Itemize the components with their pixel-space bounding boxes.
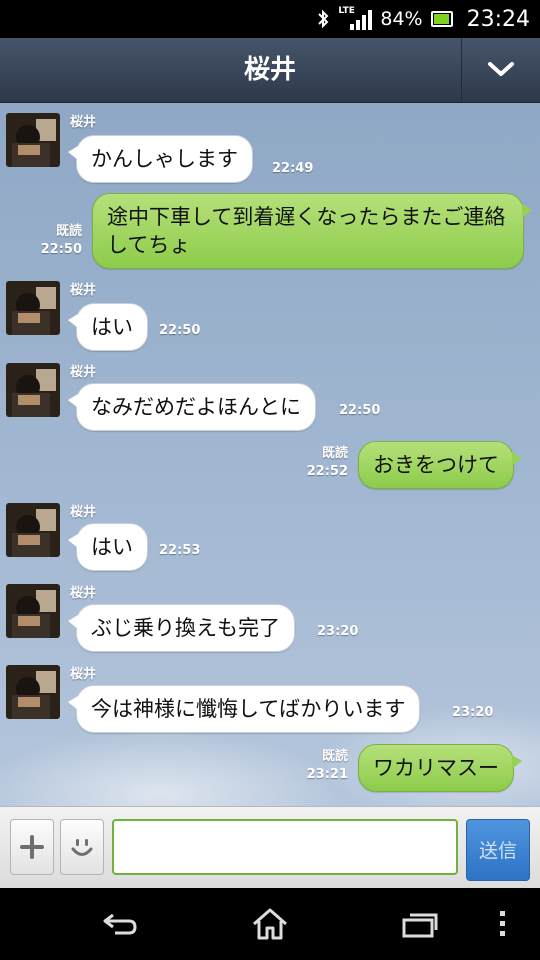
avatar[interactable] — [6, 665, 60, 719]
collapse-button[interactable] — [461, 38, 540, 102]
message-input-bar: 送信 — [0, 806, 540, 889]
avatar[interactable] — [6, 584, 60, 638]
send-button[interactable]: 送信 — [466, 819, 530, 881]
message-time: 22:52 — [306, 464, 348, 479]
message-time: 23:21 — [306, 767, 348, 782]
back-icon — [103, 913, 137, 935]
sender-name: 桜井 — [70, 505, 97, 520]
signal-icon: LTE — [338, 6, 373, 32]
message-bubble[interactable]: はい — [68, 523, 148, 571]
plus-icon — [20, 835, 44, 859]
message-bubble[interactable]: 今は神様に懺悔してばかりいます — [67, 685, 421, 733]
avatar[interactable] — [6, 281, 60, 335]
message-bubble[interactable]: ワカリマスー — [358, 744, 522, 792]
battery-icon — [430, 11, 453, 27]
read-receipt: 既読 — [321, 446, 348, 461]
sender-name: 桜井 — [70, 667, 97, 682]
battery-percent: 84% — [380, 8, 423, 30]
message-meta: 既読 22:50 — [36, 223, 82, 259]
overflow-menu-button[interactable] — [482, 902, 522, 946]
sender-name: 桜井 — [70, 283, 97, 298]
message-bubble[interactable]: おきをつけて — [358, 441, 522, 489]
message-meta: 既読 23:21 — [302, 748, 348, 784]
bluetooth-icon — [318, 9, 329, 29]
home-button[interactable] — [240, 902, 300, 946]
sender-name: 桜井 — [70, 365, 97, 380]
read-receipt: 既読 — [321, 749, 348, 764]
message-bubble[interactable]: はい — [68, 303, 148, 351]
message-bubble[interactable]: かんしゃします — [68, 135, 253, 183]
message-time: 22:50 — [40, 242, 82, 257]
more-vertical-icon — [500, 911, 505, 936]
back-button[interactable] — [90, 902, 150, 946]
sender-name: 桜井 — [70, 586, 97, 601]
recent-apps-button[interactable] — [390, 902, 450, 946]
message-time: 22:53 — [159, 543, 201, 558]
message-bubble[interactable]: なみだめだよほんとに — [68, 383, 316, 431]
smiley-icon — [71, 839, 93, 856]
chat-title: 桜井 — [243, 55, 296, 85]
message-time: 22:49 — [272, 161, 314, 176]
system-nav-bar — [0, 888, 540, 960]
message-time: 22:50 — [159, 323, 201, 338]
recent-apps-icon — [402, 913, 438, 938]
home-icon — [253, 908, 287, 940]
avatar[interactable] — [6, 363, 60, 417]
message-bubble[interactable]: 途中下車して到着遅くなったらまたご連絡してちょ — [92, 193, 532, 269]
status-bar: LTE 84% 23:24 — [0, 0, 540, 38]
message-time: 23:20 — [452, 705, 494, 720]
avatar[interactable] — [6, 113, 60, 167]
read-receipt: 既読 — [55, 224, 82, 239]
avatar[interactable] — [6, 503, 60, 557]
message-time: 23:20 — [317, 624, 359, 639]
message-input[interactable] — [112, 819, 458, 875]
chevron-down-icon — [488, 62, 514, 76]
clock: 23:24 — [466, 6, 530, 32]
chat-timeline[interactable]: 桜井 かんしゃします 22:49 既読 22:50 途中下車して到着遅くなったら… — [0, 103, 540, 806]
chat-header: 桜井 — [0, 38, 540, 103]
message-time: 22:50 — [339, 403, 381, 418]
sticker-button[interactable] — [60, 819, 104, 875]
add-attachment-button[interactable] — [10, 819, 54, 875]
sender-name: 桜井 — [70, 115, 97, 130]
message-bubble[interactable]: ぶじ乗り換えも完了 — [68, 604, 295, 652]
message-meta: 既読 22:52 — [302, 445, 348, 481]
